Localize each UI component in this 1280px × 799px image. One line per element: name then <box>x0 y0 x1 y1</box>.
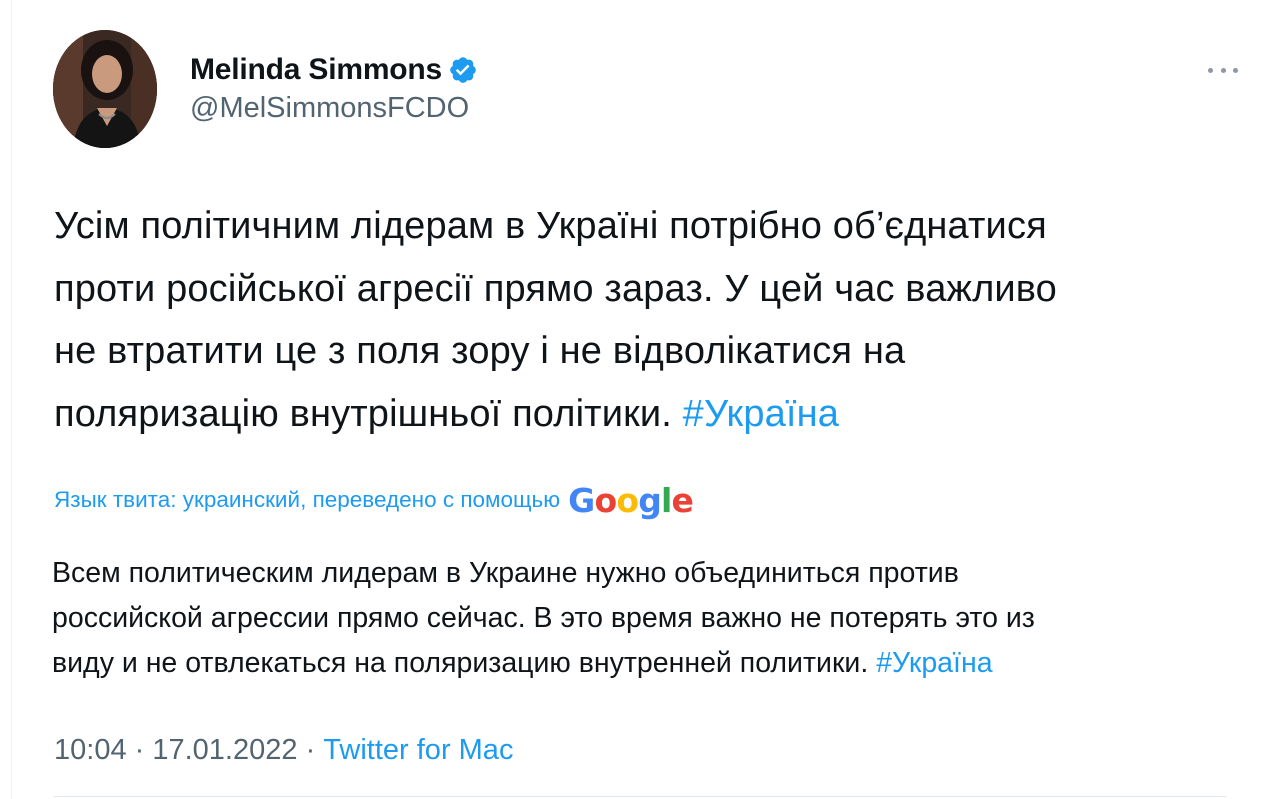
meta-separator: · <box>297 733 324 766</box>
author-name[interactable]: Melinda Simmons <box>190 53 442 87</box>
translation-notice[interactable]: Язык твита: украинский, переведено с пом… <box>54 478 694 522</box>
translated-text-line: виду и не отвлекаться на поляризацию вну… <box>52 647 877 679</box>
tweet-meta: 10:04 · 17.01.2022 · Twitter for Mac <box>54 728 513 772</box>
hashtag-link[interactable]: #Україна <box>683 393 839 435</box>
tweet-date[interactable]: 17.01.2022 <box>152 734 297 767</box>
tweet-text: Усім політичним лідерам в Україні потріб… <box>54 195 1254 445</box>
translated-text: Всем политическим лидерам в Украине нужн… <box>52 551 1252 686</box>
left-divider <box>0 0 12 799</box>
meta-separator: · <box>126 733 153 766</box>
author-handle[interactable]: @MelSimmonsFCDO <box>190 92 478 125</box>
more-dot <box>1220 67 1226 73</box>
more-dot <box>1208 67 1213 73</box>
more-dot <box>1233 67 1238 73</box>
avatar-portrait-image <box>53 30 157 148</box>
verified-badge-icon <box>450 57 476 83</box>
tweet-source-link[interactable]: Twitter for Mac <box>323 734 513 767</box>
divider <box>54 796 1226 797</box>
google-logo: Google <box>568 480 694 520</box>
avatar[interactable] <box>53 30 157 148</box>
tweet-time[interactable]: 10:04 <box>54 734 127 767</box>
tweet-text-line: Усім політичним лідерам в Україні потріб… <box>54 205 1047 247</box>
translated-text-line: Всем политическим лидерам в Украине нужн… <box>52 557 959 589</box>
tweet-text-line: не втратити це з поля зору і не відволік… <box>54 330 906 372</box>
tweet-text-line: поляризацію внутрішньої політики. <box>54 392 683 435</box>
translation-notice-text: Язык твита: украинский, переведено с пом… <box>54 487 561 512</box>
tweet-text-line: проти російської агресії прямо зараз. У … <box>54 267 1057 310</box>
translated-text-line: российской агрессии прямо сейчас. В это … <box>52 602 1035 634</box>
author-block: Melinda Simmons @MelSimmonsFCDO <box>190 52 478 125</box>
tweet-card: Melinda Simmons @MelSimmonsFCDO Усім пол… <box>0 0 1280 799</box>
author-name-row: Melinda Simmons <box>190 52 478 88</box>
more-options-icon[interactable] <box>1208 58 1238 82</box>
translated-hashtag-link[interactable]: #Україна <box>876 647 992 679</box>
